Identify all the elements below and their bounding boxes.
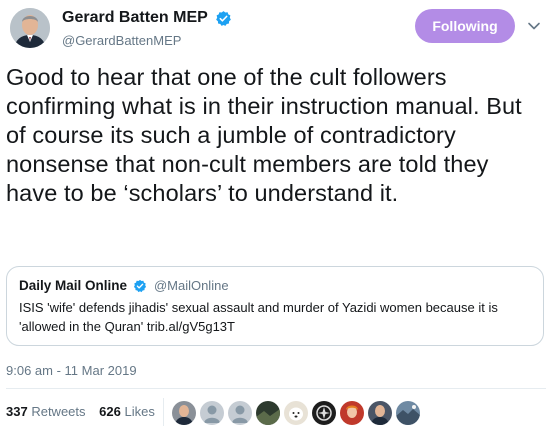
person-portrait-icon [175, 405, 193, 425]
verified-badge-icon [134, 279, 147, 292]
dog-avatar-icon [289, 407, 303, 421]
author-handle[interactable]: @GerardBattenMEP [62, 31, 232, 51]
quoted-display-name: Daily Mail Online [19, 278, 128, 294]
liker-avatars [172, 401, 424, 425]
liker-avatar[interactable] [368, 401, 392, 425]
liker-avatar[interactable] [200, 401, 224, 425]
default-egg-avatar-icon [204, 405, 220, 423]
author-avatar[interactable] [10, 8, 50, 48]
likes-count: 626 [99, 404, 121, 419]
author-header: Gerard Batten MEP @GerardBattenMEP [62, 8, 232, 51]
stats-separator [163, 398, 164, 426]
liker-avatar[interactable] [312, 401, 336, 425]
tweet-text: Good to hear that one of the cult follow… [6, 64, 522, 206]
verified-badge-icon [216, 10, 232, 26]
likes-stat[interactable]: 626 Likes [99, 404, 155, 419]
red-portrait-avatar-icon [346, 405, 358, 418]
liker-avatar[interactable] [396, 401, 420, 425]
author-display-name[interactable]: Gerard Batten MEP [62, 8, 208, 28]
divider [6, 388, 546, 389]
likes-label: Likes [124, 404, 155, 419]
retweets-label: Retweets [31, 404, 86, 419]
following-button[interactable]: Following [415, 9, 515, 43]
quoted-handle: @MailOnline [153, 278, 229, 294]
liker-avatar[interactable] [284, 401, 308, 425]
retweets-stat[interactable]: 337 Retweets [6, 404, 86, 419]
person-portrait-icon [371, 405, 389, 425]
default-egg-avatar-icon [232, 405, 248, 423]
liker-avatar[interactable] [228, 401, 252, 425]
quoted-tweet-text: ISIS 'wife' defends jihadis' sexual assa… [19, 300, 498, 334]
tweet-timestamp[interactable]: 9:06 am - 11 Mar 2019 [6, 363, 137, 378]
dark-photo-avatar-icon [256, 409, 280, 425]
liker-avatar[interactable] [340, 401, 364, 425]
quoted-tweet[interactable]: Daily Mail Online @MailOnline ISIS 'wife… [6, 266, 544, 346]
liker-avatar[interactable] [172, 401, 196, 425]
liker-avatar[interactable] [256, 401, 280, 425]
landscape-avatar-icon [396, 405, 420, 425]
retweets-count: 337 [6, 404, 28, 419]
person-portrait-icon [10, 8, 50, 48]
emblem-avatar-icon [316, 405, 332, 421]
chevron-down-icon[interactable] [527, 19, 541, 33]
engagement-stats: 337 Retweets 626 Likes [6, 404, 155, 419]
